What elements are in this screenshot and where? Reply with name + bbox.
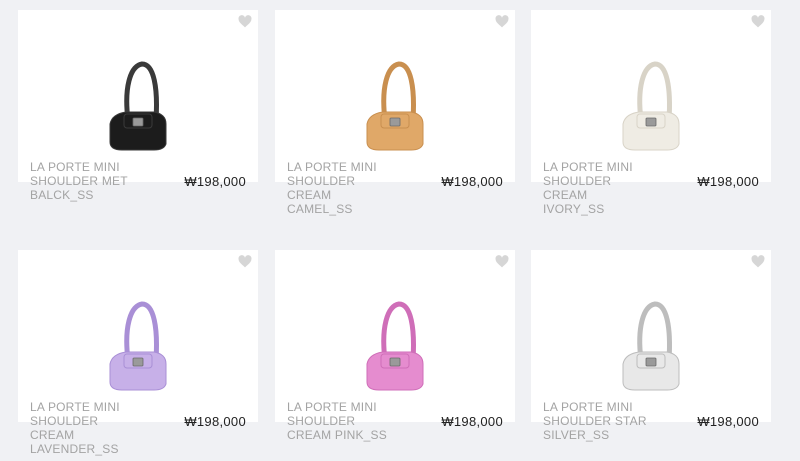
heart-icon[interactable] bbox=[751, 15, 765, 28]
handbag-image bbox=[366, 61, 424, 151]
product-price: ₩198,000 bbox=[441, 414, 503, 429]
product-name[interactable]: LA PORTE MINI SHOULDER CREAM CAMEL_SS bbox=[287, 160, 407, 216]
product-name[interactable]: LA PORTE MINI SHOULDER MET BALCK_SS bbox=[30, 160, 150, 202]
heart-icon[interactable] bbox=[495, 15, 509, 28]
handbag-image bbox=[109, 61, 167, 151]
bag-clasp bbox=[132, 117, 144, 127]
heart-icon[interactable] bbox=[238, 255, 252, 268]
handbag-image bbox=[622, 301, 680, 391]
handbag-image bbox=[109, 301, 167, 391]
product-image[interactable] bbox=[275, 10, 515, 182]
product-image[interactable] bbox=[531, 250, 771, 422]
product-price: ₩198,000 bbox=[184, 174, 246, 189]
product-name[interactable]: LA PORTE MINI SHOULDER STAR SILVER_SS bbox=[543, 400, 663, 442]
product-name[interactable]: LA PORTE MINI SHOULDER CREAM LAVENDER_SS bbox=[30, 400, 150, 456]
product-price: ₩198,000 bbox=[697, 174, 759, 189]
product-image[interactable] bbox=[18, 10, 258, 182]
product-image[interactable] bbox=[531, 10, 771, 182]
bag-clasp bbox=[389, 117, 401, 127]
bag-clasp bbox=[645, 357, 657, 367]
product-name[interactable]: LA PORTE MINI SHOULDER CREAM IVORY_SS bbox=[543, 160, 663, 216]
bag-clasp bbox=[645, 117, 657, 127]
bag-clasp bbox=[389, 357, 401, 367]
bag-clasp bbox=[132, 357, 144, 367]
product-price: ₩198,000 bbox=[441, 174, 503, 189]
product-image[interactable] bbox=[18, 250, 258, 422]
product-image[interactable] bbox=[275, 250, 515, 422]
handbag-image bbox=[622, 61, 680, 151]
product-grid: LA PORTE MINI SHOULDER MET BALCK_SS ₩198… bbox=[0, 0, 800, 461]
heart-icon[interactable] bbox=[238, 15, 252, 28]
product-name[interactable]: LA PORTE MINI SHOULDER CREAM PINK_SS bbox=[287, 400, 407, 442]
heart-icon[interactable] bbox=[495, 255, 509, 268]
product-price: ₩198,000 bbox=[184, 414, 246, 429]
handbag-image bbox=[366, 301, 424, 391]
heart-icon[interactable] bbox=[751, 255, 765, 268]
product-price: ₩198,000 bbox=[697, 414, 759, 429]
